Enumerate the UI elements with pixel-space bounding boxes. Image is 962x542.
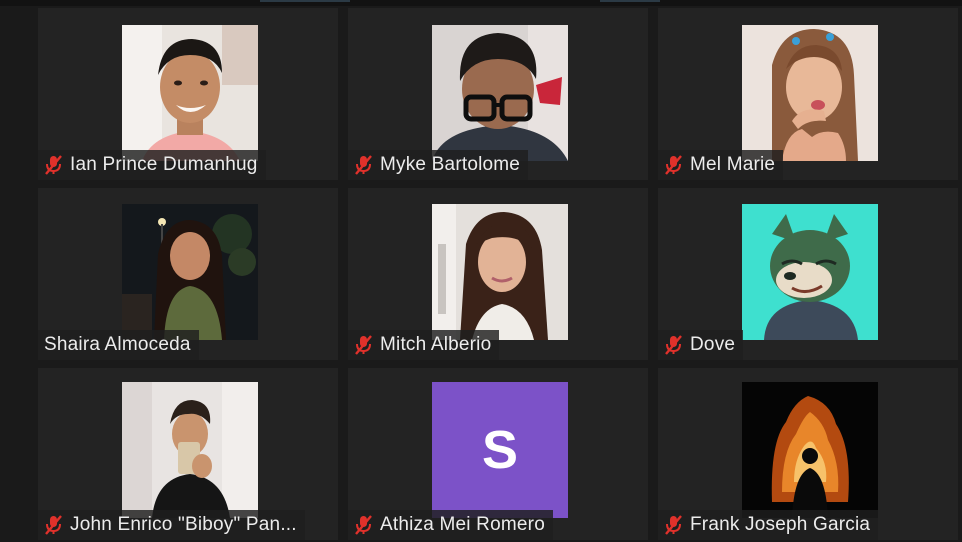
participant-video <box>122 25 258 161</box>
man-smiling-photo <box>122 25 258 161</box>
microphone-muted-icon <box>354 514 374 536</box>
participant-tile[interactable]: Mitch Alberio <box>348 188 648 360</box>
participant-name-bar: Shaira Almoceda <box>38 330 199 360</box>
participant-avatar: S <box>432 382 568 518</box>
participant-name-bar: Mitch Alberio <box>348 330 500 360</box>
participant-video <box>432 25 568 161</box>
participant-tile[interactable]: Shaira Almoceda <box>38 188 338 360</box>
participant-tile[interactable]: Mel Marie <box>658 8 958 180</box>
woman-night-street-photo <box>122 204 258 340</box>
participant-video <box>122 382 258 518</box>
man-mirror-selfie-photo <box>122 382 258 518</box>
participant-name: Shaira Almoceda <box>44 334 191 355</box>
participant-name-bar: Myke Bartolome <box>348 150 529 180</box>
microphone-muted-icon <box>44 154 64 176</box>
microphone-muted-icon <box>354 334 374 356</box>
man-with-glasses-photo <box>432 25 568 161</box>
microphone-muted-icon <box>354 154 374 176</box>
participant-name-bar: Dove <box>658 330 744 360</box>
microphone-muted-icon <box>44 514 64 536</box>
participant-video <box>122 204 258 340</box>
participant-tile[interactable]: John Enrico "Biboy" Pan... <box>38 368 338 540</box>
microphone-muted-icon <box>664 334 684 356</box>
participant-name: Frank Joseph Garcia <box>690 514 871 535</box>
participant-name: Dove <box>690 334 736 355</box>
participant-name: Athiza Mei Romero <box>380 514 545 535</box>
cartoon-dog-photo <box>742 204 878 340</box>
microphone-muted-icon <box>664 154 684 176</box>
participant-video <box>432 204 568 340</box>
participant-tile[interactable]: S Athiza Mei Romero <box>348 368 648 540</box>
participant-tile[interactable]: Myke Bartolome <box>348 8 648 180</box>
participant-video <box>742 204 878 340</box>
participant-name: Mitch Alberio <box>380 334 492 355</box>
participant-name-bar: Mel Marie <box>658 150 784 180</box>
participant-name-bar: John Enrico "Biboy" Pan... <box>38 510 305 540</box>
participant-name: John Enrico "Biboy" Pan... <box>70 514 297 535</box>
gallery-grid: Ian Prince Dumanhug Myke Bartolome Mel M… <box>0 0 962 542</box>
participant-video <box>742 25 878 161</box>
participant-tile[interactable]: Ian Prince Dumanhug <box>38 8 338 180</box>
participant-tile[interactable]: Dove <box>658 188 958 360</box>
participant-video <box>742 382 878 518</box>
participant-name-bar: Ian Prince Dumanhug <box>38 150 266 180</box>
participant-name-bar: Frank Joseph Garcia <box>658 510 879 540</box>
silhouette-fire-photo <box>742 382 878 518</box>
participant-name: Myke Bartolome <box>380 154 521 175</box>
woman-selfie-photo <box>432 204 568 340</box>
microphone-muted-icon <box>664 514 684 536</box>
woman-pouting-photo <box>742 25 878 161</box>
participant-tile[interactable]: Frank Joseph Garcia <box>658 368 958 540</box>
avatar-initial: S <box>481 420 519 480</box>
participant-name-bar: Athiza Mei Romero <box>348 510 553 540</box>
participant-name: Mel Marie <box>690 154 776 175</box>
participant-name: Ian Prince Dumanhug <box>70 154 258 175</box>
